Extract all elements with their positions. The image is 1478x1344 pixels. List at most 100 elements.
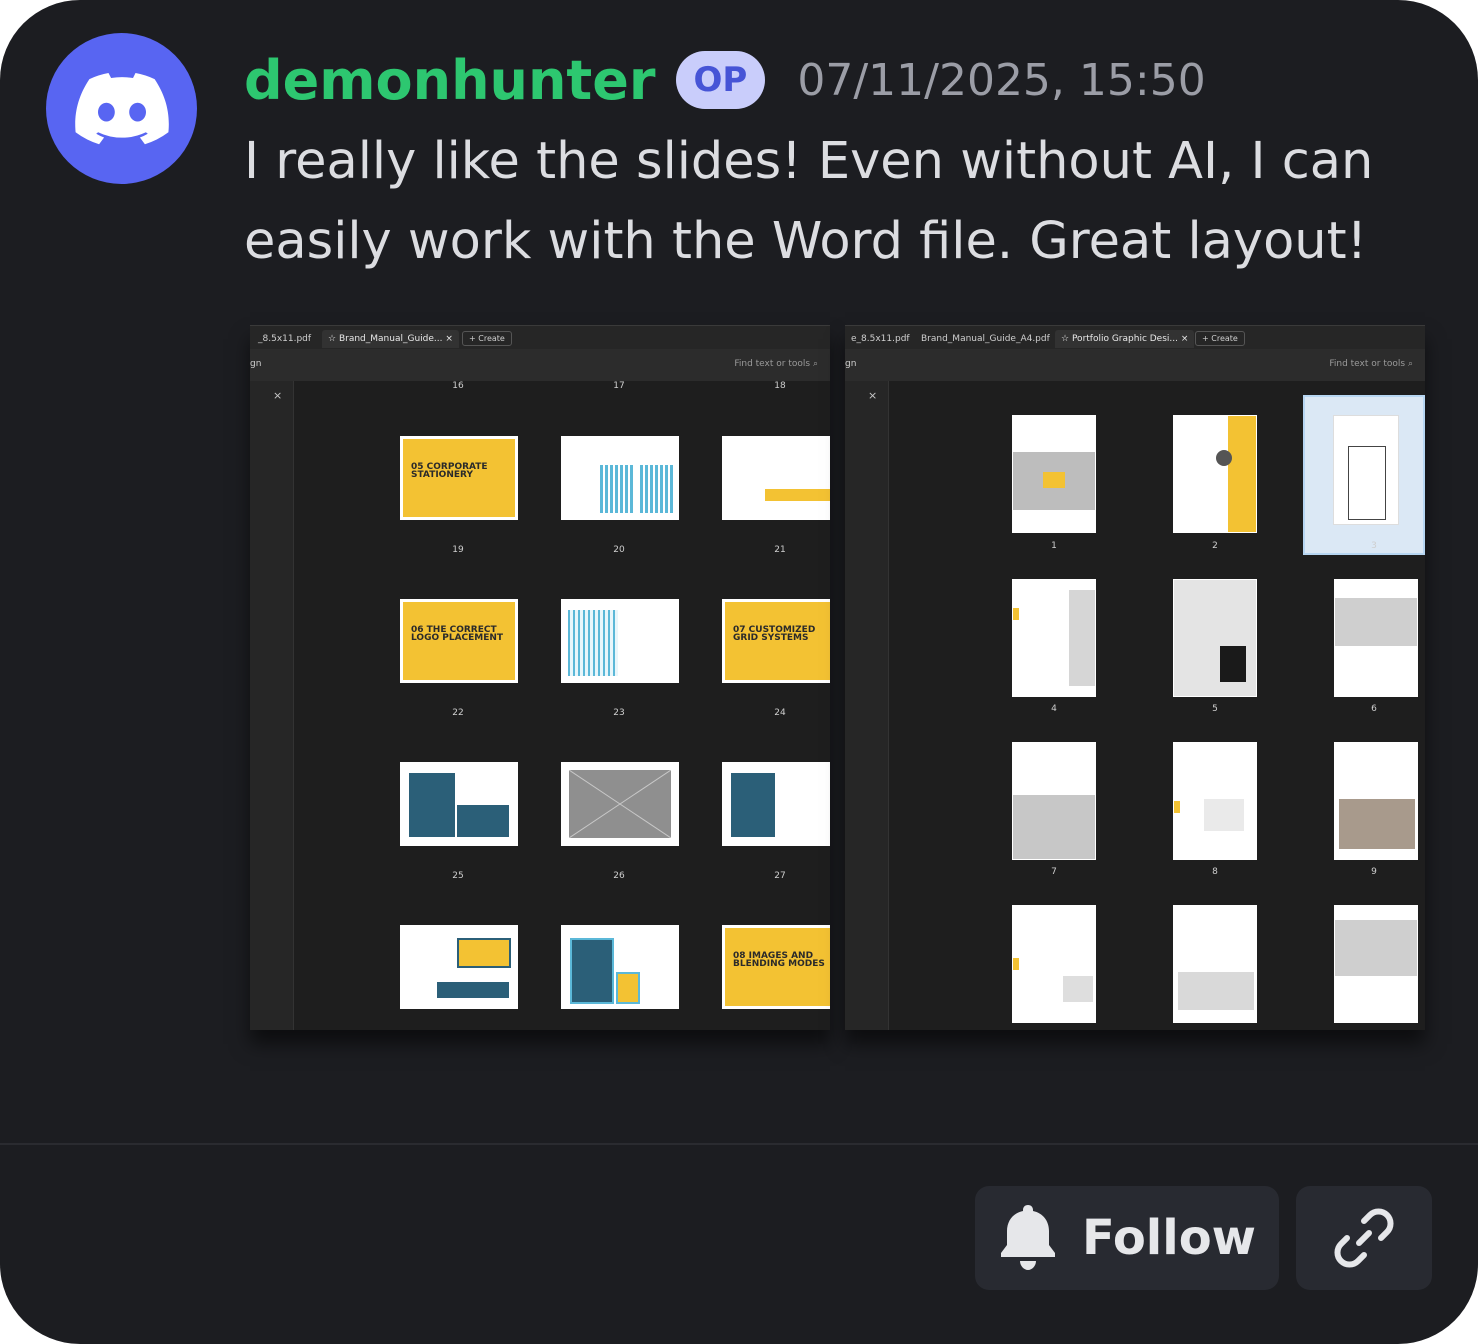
link-icon — [1334, 1208, 1394, 1268]
tab-bar: e_8.5x11.pdf Brand_Manual_Guide_A4.pdf ☆… — [845, 325, 1425, 350]
page-thumbnail — [1173, 742, 1257, 860]
yellow-block — [1043, 472, 1065, 488]
attached-image[interactable]: _8.5x11.pdf ☆ Brand_Manual_Guide... × + … — [250, 325, 1425, 1045]
page-thumbnail — [561, 599, 679, 683]
page-thumbnail: 08 IMAGES AND BLENDING MODES — [722, 925, 830, 1009]
find-text-field: Find text or tools ⌕ — [734, 359, 818, 369]
tab-label: Portfolio Graphic Desi... — [1071, 334, 1178, 344]
page-thumbnail — [1012, 415, 1096, 533]
yellow-tab — [1174, 801, 1180, 813]
sidebar: × — [845, 381, 889, 1030]
photo-graphic — [1069, 590, 1095, 686]
close-icon: × — [273, 389, 283, 402]
layout-graphic — [731, 773, 775, 837]
star-icon: ☆ — [1061, 334, 1070, 344]
find-label: Find text or tools — [734, 359, 811, 369]
close-icon: × — [868, 389, 878, 402]
find-text-field: Find text or tools ⌕ — [1329, 359, 1413, 369]
yellow-tab — [1013, 958, 1019, 970]
page-number: 25 — [452, 871, 464, 881]
message-text: I really like the slides! Even without A… — [244, 132, 1374, 271]
layout-graphic — [457, 805, 509, 837]
toolbar-label: gn — [250, 359, 262, 369]
page-thumbnail: 06 THE CORRECT LOGO PLACEMENT — [400, 599, 518, 683]
search-icon: ⌕ — [812, 359, 818, 369]
slide-title: 08 IMAGES AND BLENDING MODES — [733, 951, 825, 969]
tab-bar: _8.5x11.pdf ☆ Brand_Manual_Guide... × + … — [250, 325, 830, 350]
search-icon: ⌕ — [1407, 359, 1413, 369]
page-number: 17 — [613, 381, 625, 391]
page-thumbnail: 07 CUSTOMIZED GRID SYSTEMS — [722, 599, 830, 683]
notebook-graphic — [1220, 646, 1246, 682]
page-grid: 1 2 3 4 5 6 7 8 9 — [889, 381, 1425, 1030]
yellow-bar — [765, 489, 830, 501]
toolbar: gn Find text or tools ⌕ — [845, 349, 1425, 381]
slide-title: 07 CUSTOMIZED GRID SYSTEMS — [733, 625, 816, 643]
page-thumbnail — [1173, 579, 1257, 697]
page-thumbnail-selected — [1303, 395, 1425, 555]
image-placeholder-icon — [569, 770, 671, 838]
page-number: 5 — [1212, 704, 1218, 714]
grid-graphic — [568, 610, 618, 676]
page-thumbnail — [1173, 905, 1257, 1023]
post-header: demonhunter OP 07/11/2025, 15:50 — [244, 40, 1206, 120]
create-tab: + Create — [462, 331, 512, 346]
sidebar: × — [250, 381, 294, 1030]
grid-graphic — [600, 465, 634, 513]
tab-brand-manual-a4: Brand_Manual_Guide_A4.pdf — [921, 334, 1050, 344]
star-icon: ☆ — [328, 334, 337, 344]
timestamp: 07/11/2025, 15:50 — [797, 54, 1206, 106]
portrait-graphic — [1216, 450, 1232, 466]
forum-post-card: demonhunter OP 07/11/2025, 15:50 I reall… — [0, 0, 1478, 1344]
create-label: Create — [478, 334, 505, 343]
tablet-graphic — [570, 938, 614, 1004]
page-thumbnail — [1334, 742, 1418, 860]
page-thumbnail — [1012, 905, 1096, 1023]
page-number: 23 — [613, 708, 625, 718]
slide-title: 05 CORPORATE STATIONERY — [411, 462, 488, 480]
page-thumbnail — [722, 436, 830, 520]
page-thumbnail — [1012, 742, 1096, 860]
page-thumbnail — [1012, 579, 1096, 697]
avatar[interactable] — [46, 33, 197, 184]
copy-link-button[interactable] — [1296, 1186, 1432, 1290]
close-icon: × — [1180, 334, 1189, 344]
photo-graphic — [1063, 976, 1093, 1002]
layout-graphic — [437, 982, 509, 998]
close-icon: × — [445, 334, 453, 344]
create-label: Create — [1211, 334, 1238, 343]
username[interactable]: demonhunter — [244, 49, 656, 112]
photo-graphic — [1013, 795, 1095, 859]
page-number: 27 — [774, 871, 786, 881]
op-badge: OP — [675, 51, 766, 109]
page-thumbnail: 05 CORPORATE STATIONERY — [400, 436, 518, 520]
pdf-viewer-left: _8.5x11.pdf ☆ Brand_Manual_Guide... × + … — [250, 325, 830, 1030]
yellow-tab — [1013, 608, 1019, 620]
page-number: 3 — [1371, 541, 1377, 551]
yellow-column — [1228, 416, 1256, 532]
photo-graphic — [1335, 598, 1417, 646]
page-thumbnail — [722, 762, 830, 846]
discord-logo-icon — [74, 72, 169, 144]
toolbar: gn Find text or tools ⌕ — [250, 349, 830, 381]
page-number: 6 — [1371, 704, 1377, 714]
page-number: 4 — [1051, 704, 1057, 714]
page-thumbnail — [400, 762, 518, 846]
page-thumbnail — [561, 925, 679, 1009]
follow-button[interactable]: Follow — [975, 1186, 1279, 1290]
page-thumbnail — [1334, 579, 1418, 697]
find-label: Find text or tools — [1329, 359, 1406, 369]
page-number: 7 — [1051, 867, 1057, 877]
photo-graphic — [1204, 799, 1244, 831]
tab-brand-manual: ☆ Brand_Manual_Guide... × — [322, 330, 459, 348]
tab-8-5x11: e_8.5x11.pdf — [851, 334, 910, 344]
pdf-viewer-right: e_8.5x11.pdf Brand_Manual_Guide_A4.pdf ☆… — [845, 325, 1425, 1030]
create-tab: + Create — [1195, 331, 1245, 346]
page-thumbnail — [1334, 905, 1418, 1023]
divider — [0, 1143, 1478, 1145]
page-thumbnail — [400, 925, 518, 1009]
devices-graphic — [1178, 972, 1254, 1010]
tab-portfolio: ☆ Portfolio Graphic Desi... × — [1055, 330, 1195, 348]
page-number: 26 — [613, 871, 625, 881]
photo-graphic — [1335, 920, 1417, 976]
